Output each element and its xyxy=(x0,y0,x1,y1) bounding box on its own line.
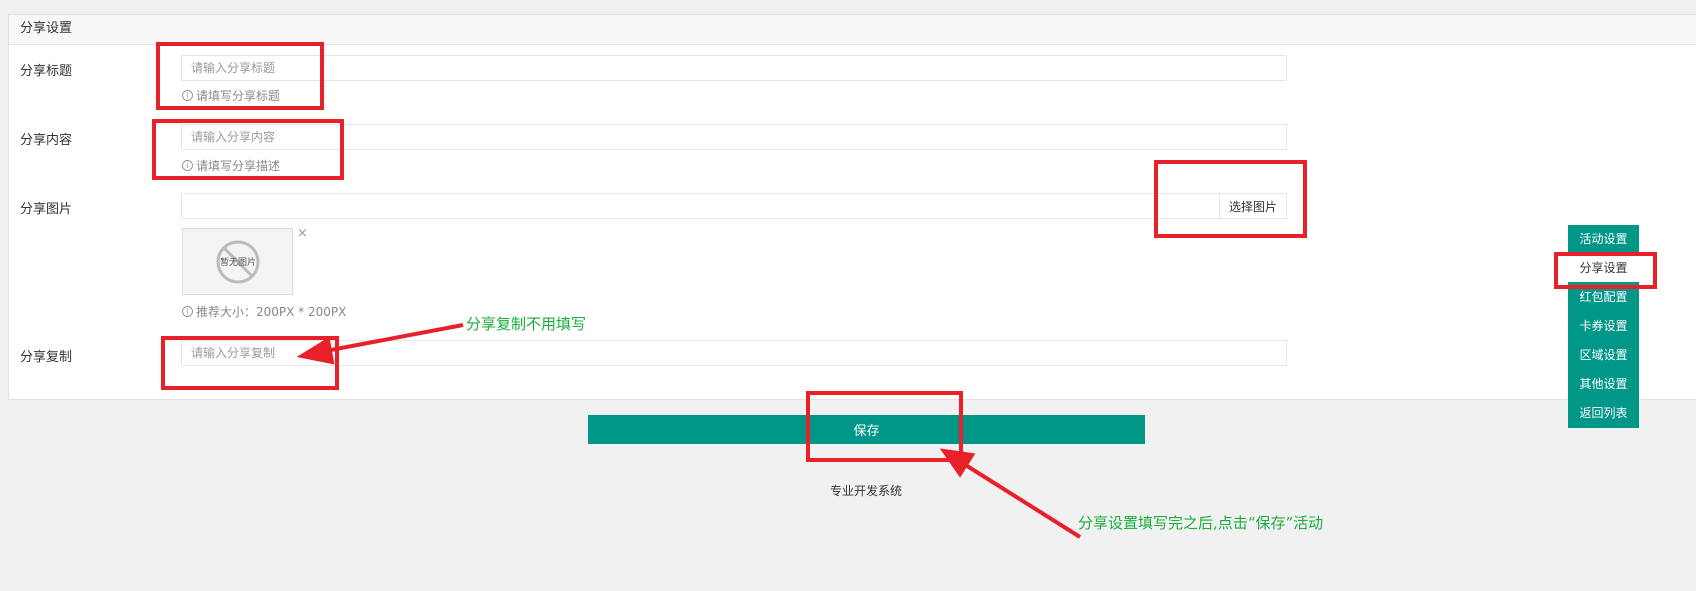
save-annotation-note: 分享设置填写完之后,点击“保存”活动 xyxy=(1078,514,1324,532)
annotation-arrows xyxy=(296,323,1082,539)
copy-annotation-note: 分享复制不用填写 xyxy=(466,315,587,333)
